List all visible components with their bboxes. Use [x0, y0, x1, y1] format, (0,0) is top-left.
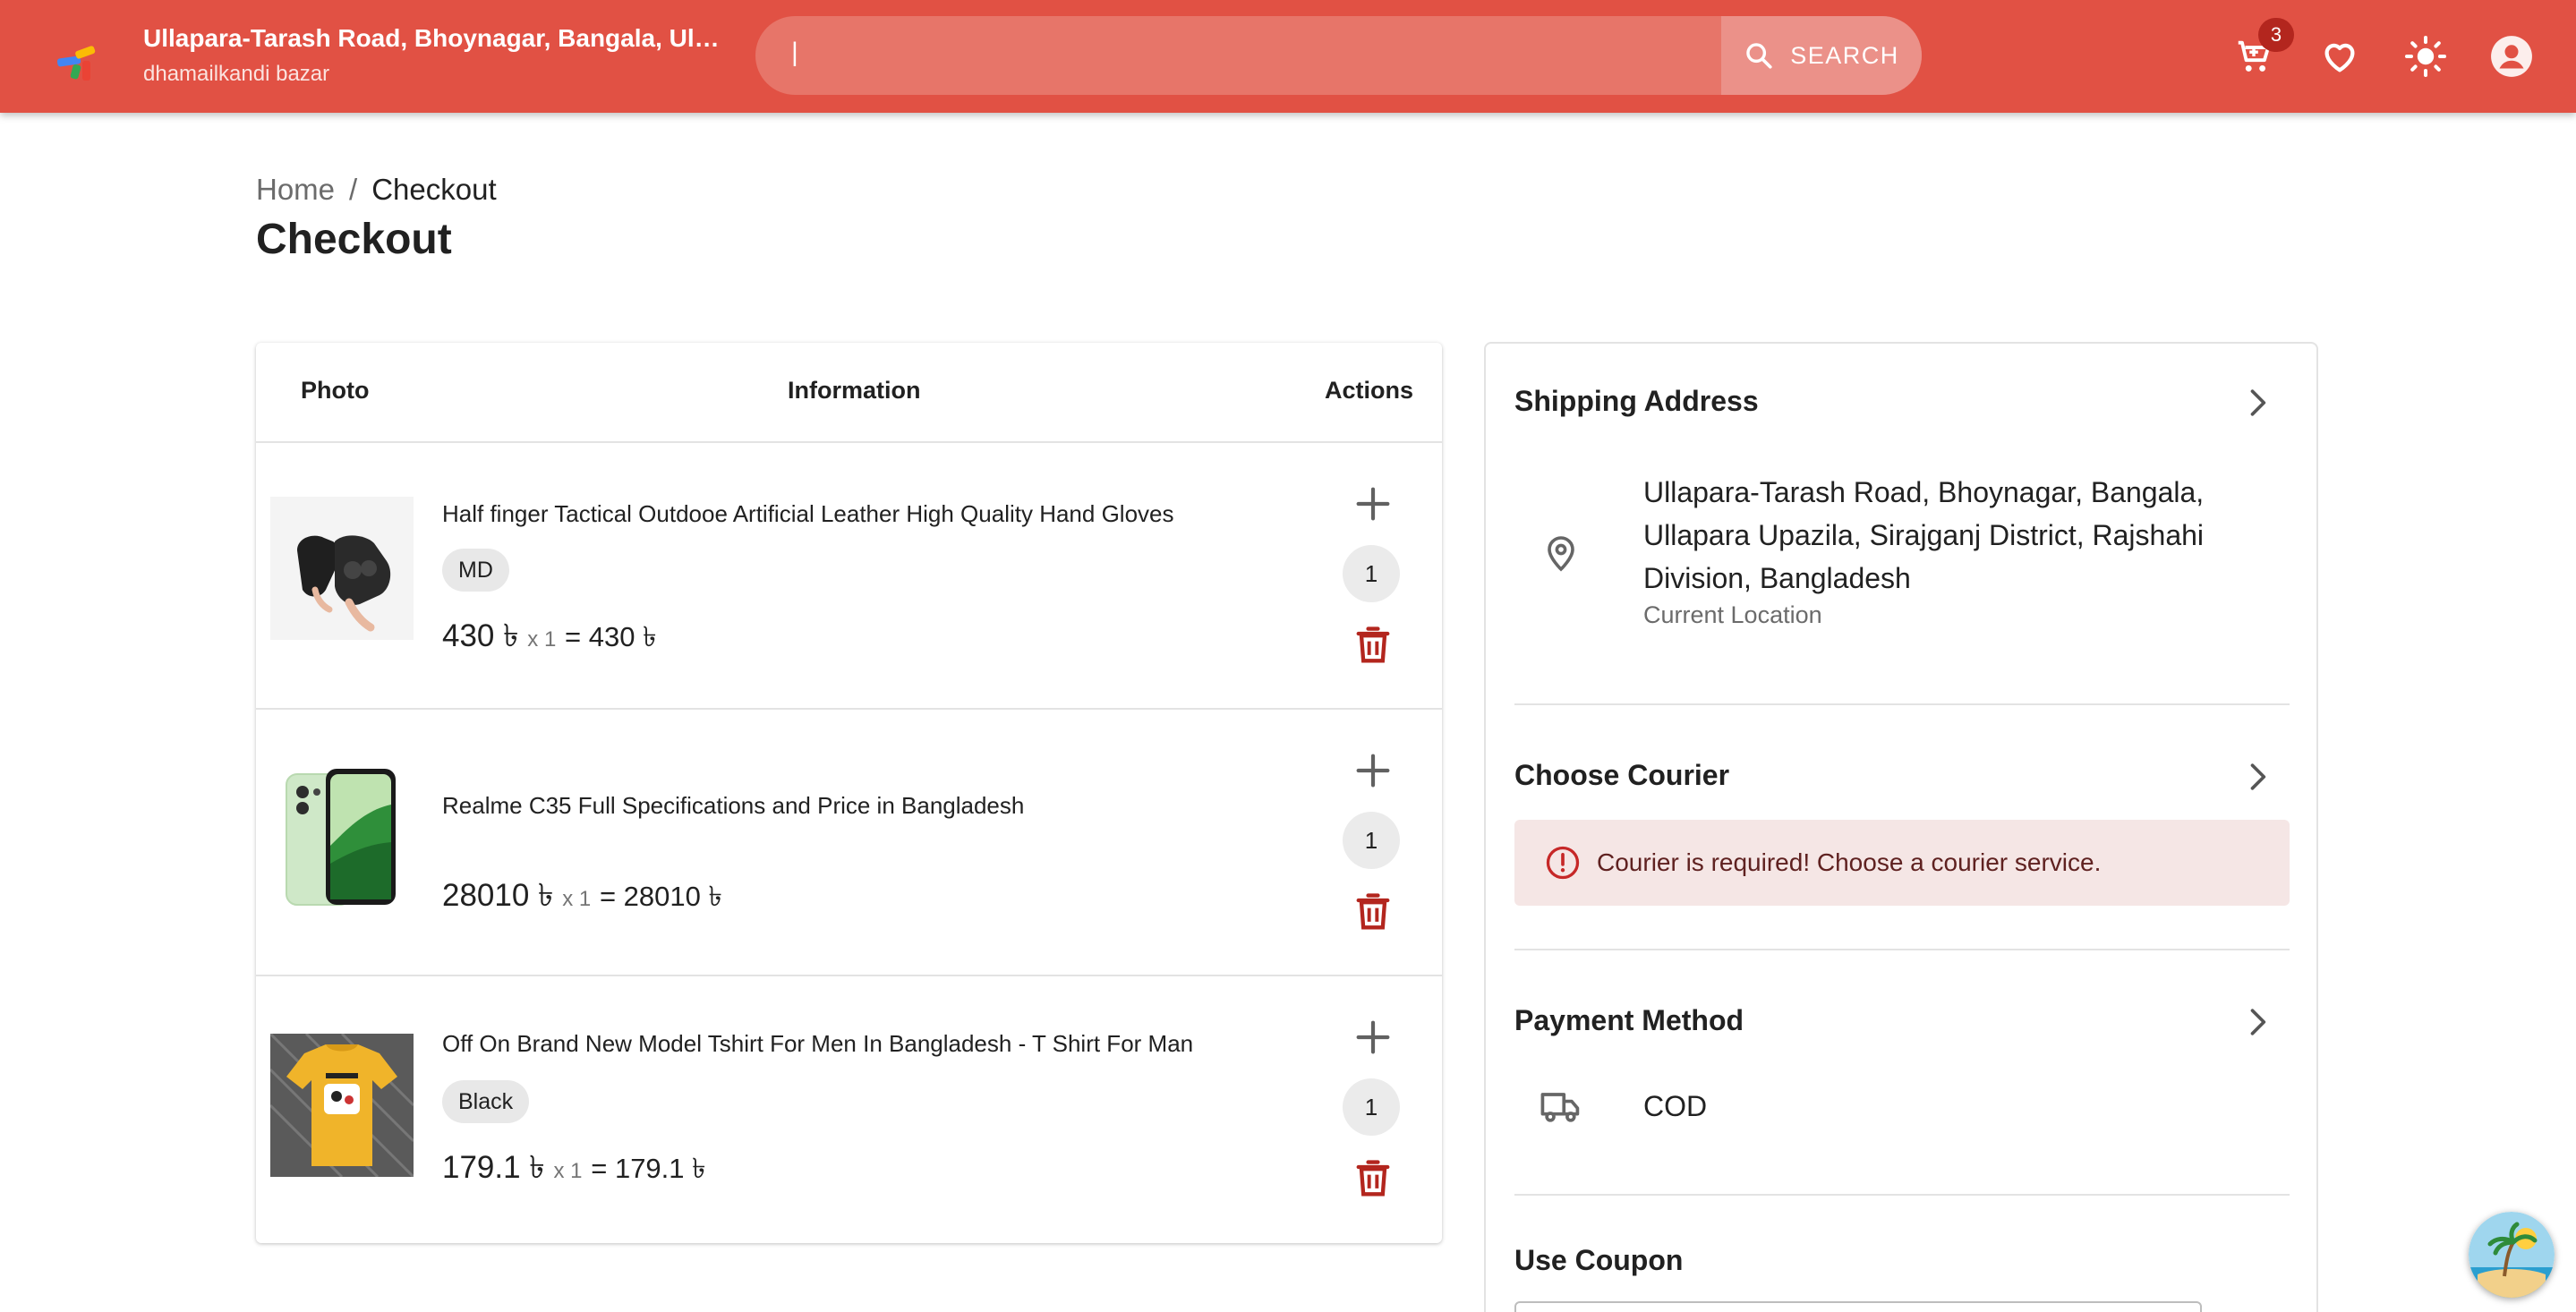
- quantity-value: 1: [1343, 545, 1400, 602]
- search-button-label: SEARCH: [1790, 41, 1899, 69]
- price-line: 28010 ৳ x 1 = 28010 ৳: [442, 871, 722, 924]
- courier-error-message: Courier is required! Choose a courier se…: [1597, 848, 2102, 876]
- search-input[interactable]: |: [791, 38, 798, 68]
- location-pin-icon: [1548, 536, 1574, 572]
- payment-method-value: COD: [1643, 1090, 1708, 1122]
- error-icon: [1546, 846, 1580, 880]
- search-icon: [1746, 43, 1772, 69]
- column-header-information: Information: [788, 377, 921, 404]
- price-line: 430 ৳ x 1 = 430 ৳: [442, 611, 657, 664]
- shipping-address-title[interactable]: Shipping Address: [1514, 385, 1759, 418]
- product-photo-tshirt[interactable]: [270, 1034, 414, 1177]
- quantity-multiplier: x 1: [553, 1159, 583, 1183]
- increase-quantity-button[interactable]: [1348, 479, 1398, 529]
- product-name[interactable]: Realme C35 Full Specifications and Price…: [442, 792, 1024, 820]
- quantity-multiplier: x 1: [562, 887, 592, 911]
- theme-toggle-button[interactable]: [2401, 31, 2451, 81]
- shipping-address-subtitle: Current Location: [1643, 601, 1822, 628]
- use-coupon-title: Use Coupon: [1514, 1244, 1684, 1276]
- delete-item-button[interactable]: [1350, 889, 1396, 935]
- increase-quantity-button[interactable]: [1348, 745, 1398, 796]
- product-photo-gloves[interactable]: [270, 497, 414, 640]
- table-row: Realme C35 Full Specifications and Price…: [256, 708, 1442, 975]
- search-button[interactable]: SEARCH: [1721, 16, 1922, 95]
- shipping-address-text: Ullapara-Tarash Road, Bhoynagar, Bangala…: [1643, 476, 2205, 594]
- line-total: = 179.1 ৳: [591, 1153, 706, 1184]
- product-name[interactable]: Half finger Tactical Outdooe Artificial …: [442, 500, 1174, 528]
- sun-icon: [2405, 36, 2446, 77]
- quantity-value: 1: [1343, 1078, 1400, 1136]
- chevron-right-icon[interactable]: [2238, 1002, 2277, 1042]
- location-subtitle[interactable]: dhamailkandi bazar: [143, 62, 329, 87]
- wishlist-button[interactable]: [2315, 31, 2365, 81]
- quantity-multiplier: x 1: [527, 627, 557, 652]
- account-button[interactable]: [2486, 31, 2537, 81]
- increase-quantity-button[interactable]: [1348, 1012, 1398, 1062]
- quantity-value: 1: [1343, 812, 1400, 869]
- delete-item-button[interactable]: [1350, 1155, 1396, 1202]
- line-total: = 430 ৳: [565, 621, 657, 652]
- divider: [1514, 703, 2290, 705]
- cart-count-badge: 3: [2258, 18, 2294, 52]
- divider: [1514, 949, 2290, 950]
- column-header-photo: Photo: [301, 377, 370, 404]
- location-title[interactable]: Ullapara-Tarash Road, Bhoynagar, Bangala…: [143, 24, 725, 53]
- product-name[interactable]: Off On Brand New Model Tshirt For Men In…: [442, 1030, 1193, 1058]
- choose-courier-title[interactable]: Choose Courier: [1514, 759, 1729, 792]
- breadcrumb-home-link[interactable]: Home: [256, 173, 335, 207]
- unit-price: 28010 ৳: [442, 878, 554, 913]
- price-line: 179.1 ৳ x 1 = 179.1 ৳: [442, 1143, 706, 1196]
- app-logo-icon[interactable]: [52, 39, 109, 82]
- divider: [1514, 1194, 2290, 1196]
- cart-table: Photo Information Actions Half finger Ta…: [256, 343, 1442, 1243]
- coupon-input[interactable]: [1514, 1301, 2202, 1312]
- page-title: Checkout: [256, 216, 452, 263]
- courier-error-alert: Courier is required! Choose a courier se…: [1514, 820, 2290, 906]
- line-total: = 28010 ৳: [599, 881, 722, 912]
- variant-chip: MD: [442, 549, 509, 592]
- breadcrumb: Home / Checkout: [256, 173, 497, 207]
- table-row: Off On Brand New Model Tshirt For Men In…: [256, 975, 1442, 1241]
- unit-price: 179.1 ৳: [442, 1150, 545, 1185]
- breadcrumb-current: Checkout: [371, 173, 497, 206]
- checkout-summary-panel: Shipping Address Ullapara-Tarash Road, B…: [1484, 342, 2318, 1312]
- unit-price: 430 ৳: [442, 618, 519, 653]
- delivery-truck-icon: [1540, 1093, 1580, 1122]
- variant-chip: Black: [442, 1080, 530, 1123]
- payment-method-title[interactable]: Payment Method: [1514, 1004, 1744, 1037]
- heart-icon: [2324, 43, 2355, 72]
- delete-item-button[interactable]: [1350, 622, 1396, 669]
- product-photo-phone[interactable]: [270, 765, 414, 908]
- chevron-right-icon[interactable]: [2238, 383, 2277, 422]
- top-app-bar: Ullapara-Tarash Road, Bhoynagar, Bangala…: [0, 0, 2576, 113]
- column-header-actions: Actions: [1325, 377, 1414, 404]
- account-icon: [2491, 36, 2532, 77]
- beach-avatar-icon[interactable]: [2469, 1212, 2555, 1298]
- table-row: Half finger Tactical Outdooe Artificial …: [256, 441, 1442, 708]
- search-bar[interactable]: | SEARCH: [755, 16, 1922, 95]
- chevron-right-icon[interactable]: [2238, 757, 2277, 797]
- breadcrumb-separator: /: [349, 173, 358, 206]
